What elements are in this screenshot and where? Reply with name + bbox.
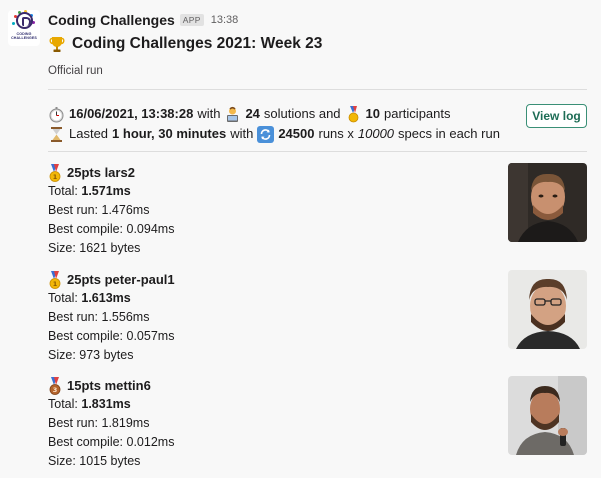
medal-icon	[345, 105, 362, 123]
result-total-value: 1.831ms	[81, 397, 131, 411]
avatar[interactable]	[508, 163, 587, 242]
divider	[48, 89, 587, 90]
result-points-name: 25pts peter-paul1	[67, 272, 175, 287]
specs-label: specs in each run	[398, 126, 500, 141]
avatar[interactable]	[508, 270, 587, 349]
with-text: with	[197, 106, 221, 121]
result-size: Size: 1015 bytes	[48, 454, 141, 468]
result-entry: 1 25pts peter-paul1 Total: 1.613ms Best …	[48, 270, 588, 365]
solutions-count: 24	[245, 106, 260, 121]
specs-count: 10000	[357, 126, 395, 141]
participants-label: participants	[384, 106, 451, 121]
technologist-icon	[224, 106, 241, 123]
run-summary-line: 16/06/2021, 13:38:28 with 24 solutions a…	[48, 104, 518, 124]
svg-text:3: 3	[53, 386, 58, 394]
logo-mark	[15, 12, 33, 29]
message-title: Coding Challenges 2021: Week 23	[48, 35, 322, 53]
participants-count: 10	[365, 106, 381, 121]
lasted-label: Lasted	[69, 126, 109, 141]
result-total-value: 1.571ms	[81, 184, 131, 198]
run-info: 16/06/2021, 13:38:28 with 24 solutions a…	[48, 104, 518, 144]
result-entry: 3 15pts mettin6 Total: 1.831ms Best run:…	[48, 376, 588, 471]
result-total: Total: 1.613ms	[48, 291, 131, 305]
gold-medal-icon: 1	[48, 163, 62, 182]
svg-text:1: 1	[53, 173, 58, 181]
message-header: Coding Challenges APP 13:38	[48, 12, 238, 28]
result-total: Total: 1.831ms	[48, 397, 131, 411]
runs-count: 24500	[278, 126, 315, 141]
result-name-line: 1 25pts lars2	[48, 163, 588, 182]
result-name-line: 1 25pts peter-paul1	[48, 270, 588, 289]
result-points-name: 15pts mettin6	[67, 378, 151, 393]
stopwatch-icon	[48, 106, 65, 123]
result-entry: 1 25pts lars2 Total: 1.571ms Best run: 1…	[48, 163, 588, 258]
with-text-2: with	[230, 126, 254, 141]
result-best-run: Best run: 1.476ms	[48, 203, 150, 217]
app-avatar[interactable]: CODING CHALLENGES	[8, 10, 40, 46]
logo-text: CODING CHALLENGES	[11, 32, 37, 40]
result-best-run: Best run: 1.556ms	[48, 310, 150, 324]
result-name-line: 3 15pts mettin6	[48, 376, 588, 395]
solutions-label: solutions and	[263, 106, 341, 121]
result-best-run: Best run: 1.819ms	[48, 416, 150, 430]
title-text: Coding Challenges 2021: Week 23	[72, 35, 323, 52]
divider	[48, 151, 587, 152]
app-name[interactable]: Coding Challenges	[48, 12, 175, 28]
result-points-name: 25pts lars2	[67, 165, 135, 180]
result-total: Total: 1.571ms	[48, 184, 131, 198]
avatar[interactable]	[508, 376, 587, 455]
result-best-compile: Best compile: 0.057ms	[48, 329, 175, 343]
runs-label: runs x	[318, 126, 354, 141]
run-duration-line: Lasted 1 hour, 30 minutes with 24500 run…	[48, 124, 518, 144]
trophy-icon	[48, 35, 66, 53]
subtitle: Official run	[48, 65, 103, 77]
repeat-icon	[257, 125, 275, 143]
result-best-compile: Best compile: 0.094ms	[48, 222, 175, 236]
run-duration: 1 hour, 30 minutes	[112, 126, 227, 141]
timestamp[interactable]: 13:38	[211, 14, 239, 26]
app-badge: APP	[179, 14, 204, 26]
view-log-button[interactable]: View log	[526, 104, 587, 128]
run-datetime: 16/06/2021, 13:38:28	[69, 106, 194, 121]
result-size: Size: 973 bytes	[48, 348, 134, 362]
bronze-medal-icon: 3	[48, 376, 62, 395]
svg-text:1: 1	[53, 280, 58, 288]
hourglass-icon	[48, 126, 65, 143]
message: CODING CHALLENGES Coding Challenges APP …	[0, 0, 601, 478]
result-best-compile: Best compile: 0.012ms	[48, 435, 175, 449]
result-size: Size: 1621 bytes	[48, 241, 141, 255]
result-total-value: 1.613ms	[81, 291, 131, 305]
gold-medal-icon: 1	[48, 270, 62, 289]
